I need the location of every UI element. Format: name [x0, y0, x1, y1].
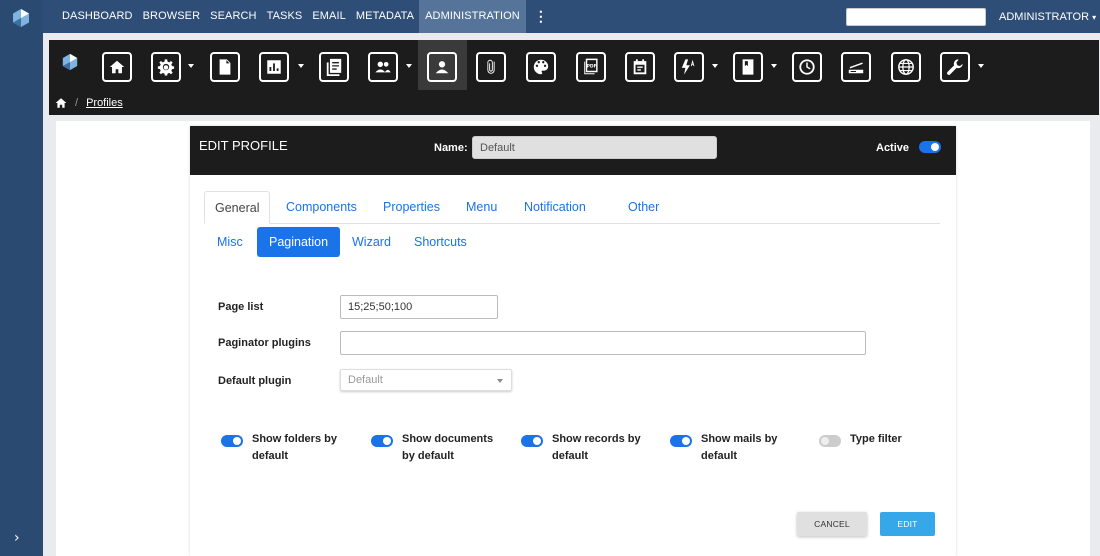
chevron-down-icon	[497, 379, 503, 383]
nav-dashboard[interactable]: DASHBOARD	[57, 0, 138, 33]
app-logo-icon[interactable]	[11, 8, 31, 28]
chevron-down-icon: ▾	[1092, 13, 1097, 22]
wrench-icon[interactable]	[940, 52, 970, 82]
clock-icon[interactable]	[792, 52, 822, 82]
default-plugin-value: Default	[348, 374, 383, 386]
globe-icon[interactable]	[891, 52, 921, 82]
tab-menu[interactable]: Menu	[456, 191, 507, 224]
module-logo-icon	[62, 53, 78, 71]
settings-icon[interactable]	[151, 52, 181, 82]
type-filter-label: Type filter	[850, 433, 902, 445]
palette-icon[interactable]	[526, 52, 556, 82]
more-menu-icon[interactable]: ⋮	[526, 0, 556, 33]
page-title: EDIT PROFILE	[199, 138, 288, 153]
expand-sidebar-icon[interactable]: ›	[14, 530, 20, 546]
tab-other[interactable]: Other	[618, 191, 669, 224]
user-menu-label: ADMINISTRATOR	[999, 11, 1090, 23]
scanner-icon[interactable]	[841, 52, 871, 82]
users-icon[interactable]	[368, 52, 398, 82]
profile-tabs: General Components Properties Menu Notif…	[204, 191, 940, 224]
main-nav: DASHBOARD BROWSER SEARCH TASKS EMAIL MET…	[57, 0, 556, 33]
nav-browser[interactable]: BROWSER	[138, 0, 206, 33]
type-filter-toggle[interactable]	[819, 435, 841, 447]
automation-caret-icon[interactable]	[712, 64, 718, 68]
users-caret-icon[interactable]	[406, 64, 412, 68]
edit-button[interactable]: EDIT	[880, 512, 935, 536]
attachment-icon[interactable]	[476, 52, 506, 82]
calendar-icon[interactable]	[625, 52, 655, 82]
edit-profile-card: EDIT PROFILE Name: Default Active Genera…	[190, 126, 956, 556]
tab-notification[interactable]: Notification	[514, 191, 596, 224]
active-toggle[interactable]	[919, 141, 941, 153]
paginator-plugins-label: Paginator plugins	[218, 337, 311, 349]
nav-email[interactable]: EMAIL	[307, 0, 351, 33]
breadcrumb-separator: /	[75, 96, 79, 109]
subtab-pagination[interactable]: Pagination	[257, 227, 341, 257]
document-icon[interactable]	[210, 52, 240, 82]
show-folders-toggle[interactable]	[221, 435, 243, 447]
show-folders-label: Show folders by default	[252, 433, 337, 462]
profile-name-input[interactable]: Default	[472, 136, 717, 159]
show-records-toggle[interactable]	[521, 435, 543, 447]
page-list-input[interactable]: 15;25;50;100	[340, 295, 498, 319]
show-mails-label: Show mails by default	[701, 433, 778, 462]
wrench-caret-icon[interactable]	[978, 64, 984, 68]
admin-toolbar: PDF	[49, 40, 1099, 90]
nav-administration[interactable]: ADMINISTRATION	[419, 0, 526, 33]
list-icon[interactable]	[319, 52, 349, 82]
default-plugin-label: Default plugin	[218, 375, 292, 387]
chart-icon[interactable]	[259, 52, 289, 82]
tab-components[interactable]: Components	[276, 191, 367, 224]
left-rail: ›	[0, 0, 43, 556]
page-list-label: Page list	[218, 301, 264, 313]
global-search-input[interactable]	[846, 8, 986, 26]
subtab-wizard[interactable]: Wizard	[342, 227, 401, 257]
settings-caret-icon[interactable]	[188, 64, 194, 68]
pdf-icon[interactable]: PDF	[576, 52, 606, 82]
nav-tasks[interactable]: TASKS	[262, 0, 308, 33]
show-documents-label: Show documents by default	[402, 433, 494, 462]
book-caret-icon[interactable]	[771, 64, 777, 68]
cancel-button[interactable]: CANCEL	[797, 512, 867, 536]
active-label: Active	[876, 142, 910, 154]
breadcrumb-profiles-link[interactable]: Profiles	[86, 97, 123, 109]
name-label: Name:	[434, 142, 468, 154]
home-icon[interactable]	[102, 52, 132, 82]
book-icon[interactable]	[733, 52, 763, 82]
user-menu[interactable]: ADMINISTRATOR ▾	[999, 0, 1096, 35]
nav-metadata[interactable]: METADATA	[351, 0, 419, 33]
subtab-misc[interactable]: Misc	[207, 227, 253, 257]
breadcrumb-home-icon[interactable]	[55, 97, 67, 109]
chart-caret-icon[interactable]	[298, 64, 304, 68]
card-header: EDIT PROFILE Name: Default Active	[190, 126, 956, 175]
default-plugin-select[interactable]: Default	[340, 369, 512, 391]
show-mails-toggle[interactable]	[670, 435, 692, 447]
show-documents-toggle[interactable]	[371, 435, 393, 447]
paginator-plugins-input[interactable]	[340, 331, 866, 355]
show-records-label: Show records by default	[552, 433, 641, 462]
breadcrumb: / Profiles	[49, 90, 1099, 115]
profile-icon[interactable]	[427, 52, 457, 82]
top-navigation: DASHBOARD BROWSER SEARCH TASKS EMAIL MET…	[43, 0, 1100, 33]
subtab-shortcuts[interactable]: Shortcuts	[404, 227, 477, 257]
tab-general[interactable]: General	[204, 191, 271, 224]
automation-icon[interactable]	[674, 52, 704, 82]
nav-search[interactable]: SEARCH	[205, 0, 261, 33]
tab-properties[interactable]: Properties	[373, 191, 450, 224]
pdf-icon-text: PDF	[587, 63, 597, 69]
